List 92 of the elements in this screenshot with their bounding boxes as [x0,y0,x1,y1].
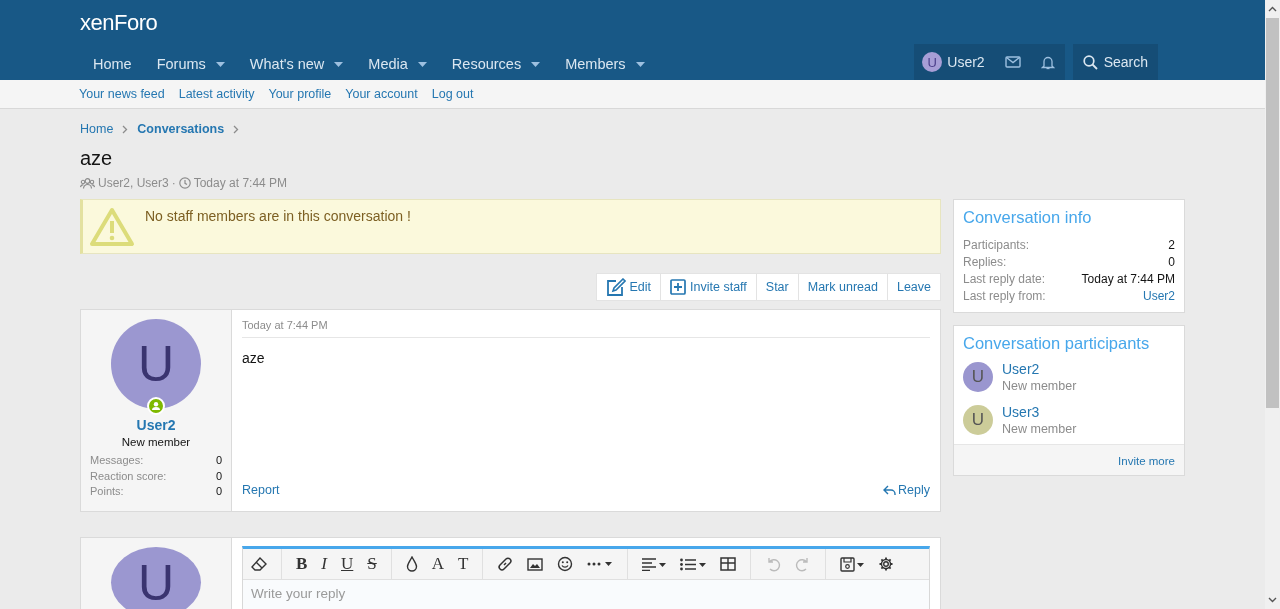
action-button[interactable]: Mark unread [797,273,888,301]
search-icon [1082,54,1098,70]
nav-tab[interactable]: Media [355,48,439,80]
font-size-button[interactable]: T [458,554,469,574]
stat-label: Points: [90,484,124,499]
stat-value: 0 [215,468,222,484]
drop-icon[interactable] [405,556,418,572]
nav-tab[interactable]: Members [552,48,657,80]
search-button[interactable]: Search [1072,44,1158,80]
panel-heading: Conversation participants [962,333,1151,354]
user-avatar[interactable]: U [111,547,201,609]
panel-heading: Conversation info [962,207,1093,228]
settings-icon[interactable] [878,556,895,572]
user-avatar[interactable]: U [111,319,201,409]
participant-link[interactable]: User3 [1002,404,1077,420]
users-icon [80,177,95,189]
subnav-link[interactable]: Your account [345,87,418,101]
warning-icon [89,207,135,247]
message-text: aze [242,350,266,368]
underline-button[interactable]: U [341,554,354,574]
save-draft-icon[interactable] [840,556,865,572]
subnav-link[interactable]: Your news feed [79,87,165,101]
stat-value: 0 [215,484,222,499]
edit-icon [605,278,626,296]
link-icon[interactable] [497,556,514,572]
notice-text: No staff members are in this conversation ! [145,208,411,224]
image-icon[interactable] [527,557,544,571]
chevron-right-icon [233,124,240,134]
strikethrough-button[interactable]: S [367,554,377,574]
info-label: Last reply date: [963,271,1046,288]
info-value: 2 [1168,237,1175,254]
nav-tab[interactable]: Forums [143,48,237,80]
action-button[interactable]: Invite staff [660,273,757,301]
nav-tab[interactable]: Resources [438,48,553,80]
breadcrumb-link[interactable]: Home [80,122,114,136]
user-title: New member [121,436,191,448]
message-date: Today at 7:44 PM [242,319,930,338]
envelope-icon[interactable] [1004,56,1021,68]
bold-button[interactable]: B [296,554,308,574]
info-label: Last reply from: [963,288,1046,305]
stat-value: 0 [215,453,222,468]
align-icon[interactable] [642,557,667,571]
user-avatar[interactable]: U [963,362,993,392]
font-button[interactable]: A [431,554,445,574]
reply-arrow-icon [883,484,897,496]
participant-link[interactable]: User2 [1002,361,1077,377]
page-title: aze [80,147,114,170]
italic-button[interactable]: I [321,554,327,574]
user-avatar[interactable]: U [963,405,993,435]
action-button[interactable]: Star [755,273,799,301]
subnav-link[interactable]: Latest activity [178,87,255,101]
info-label: Replies: [963,254,1007,271]
clock-icon [178,177,191,189]
bell-icon[interactable] [1040,54,1055,70]
info-label: Participants: [963,237,1030,254]
chevron-right-icon [122,124,129,134]
scroll-down-icon[interactable] [1268,597,1277,603]
participants-text: User2, User3 [98,176,169,190]
list-icon[interactable] [680,557,707,571]
username: User2 [947,54,985,70]
separator-dot: · [171,176,176,190]
scrollbar[interactable] [1265,0,1280,609]
nav-tab[interactable]: Home [80,48,144,80]
reply-input-field[interactable]: Write your reply [243,580,929,609]
nav-tab[interactable]: What's new [236,48,356,80]
breadcrumb-link[interactable]: Conversations [137,122,225,136]
username-link[interactable]: User2 [136,417,176,433]
scrollbar-thumb[interactable] [1266,18,1279,408]
info-value: Today at 7:44 PM [1081,271,1175,288]
subnav-link[interactable]: Log out [431,87,474,101]
user-title: New member [1002,379,1077,393]
stat-label: Reaction score: [90,468,167,484]
scroll-up-icon[interactable] [1268,6,1277,12]
table-icon[interactable] [720,557,737,571]
reply-link[interactable]: Reply [883,483,930,497]
report-link[interactable]: Report [242,483,280,497]
user-title: New member [1002,422,1077,436]
smiley-icon[interactable] [557,556,574,572]
site-logo[interactable]: xenForo [80,0,158,36]
info-value-link[interactable]: User2 [1143,288,1175,305]
account-link[interactable]: U User2 [922,52,985,72]
action-button[interactable]: Edit [595,273,662,301]
conversation-date: Today at 7:44 PM [193,176,288,190]
plus-square-icon [670,279,687,295]
action-button[interactable]: Leave [886,273,941,301]
stat-label: Messages: [90,453,144,468]
eraser-icon[interactable] [251,557,267,571]
more-icon[interactable] [587,561,614,567]
user-avatar: U [922,52,943,72]
info-value: 0 [1168,254,1175,271]
invite-more-link[interactable]: Invite more [1118,455,1175,467]
subnav-link[interactable]: Your profile [268,87,332,101]
